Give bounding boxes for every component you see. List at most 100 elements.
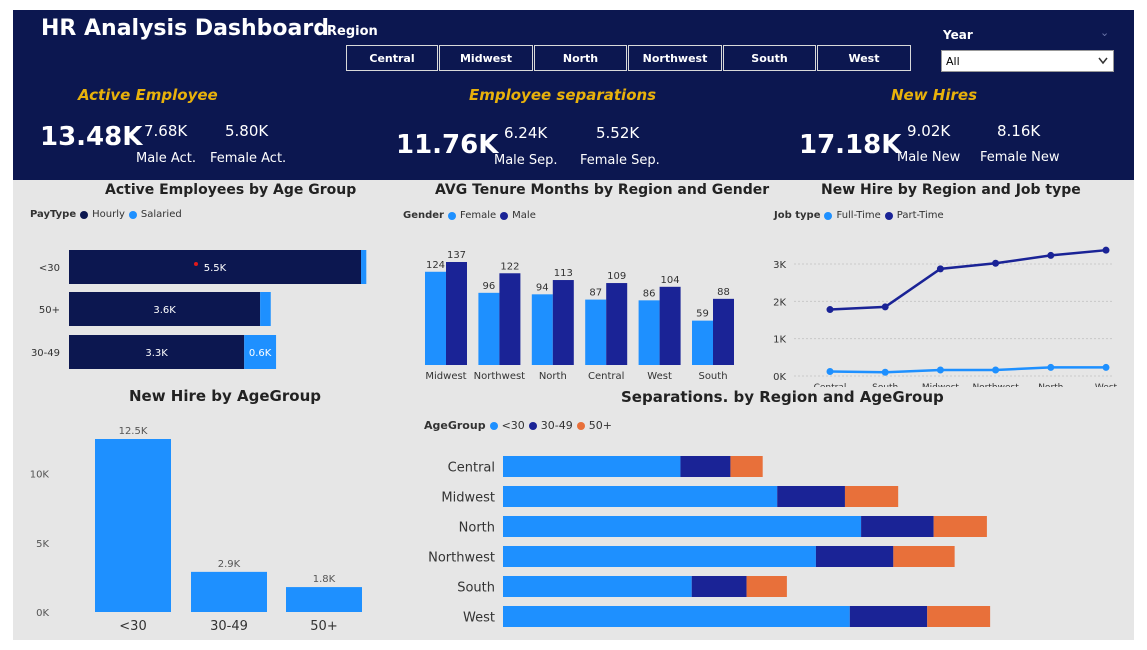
series-line-full-time bbox=[829, 366, 1106, 374]
data-label: 2.9K bbox=[218, 559, 241, 570]
kpi-active-heading: Active Employee bbox=[78, 86, 218, 104]
kpi-hires-female: 8.16K bbox=[997, 122, 1041, 140]
bar bbox=[286, 587, 362, 612]
bar-male bbox=[659, 286, 681, 365]
kpi-sep-heading: Employee separations bbox=[469, 86, 657, 104]
kpi-hires-male: 9.02K bbox=[907, 122, 951, 140]
kpi-hires-female-label: Female New bbox=[980, 150, 1060, 165]
bar-male bbox=[499, 273, 521, 365]
header-banner: HR Analysis Dashboard Region Central Midw… bbox=[13, 10, 1134, 180]
region-button-northwest[interactable]: Northwest bbox=[628, 45, 722, 71]
page-title: HR Analysis Dashboard bbox=[41, 16, 329, 41]
axis-tick-label: 3K bbox=[773, 260, 786, 271]
axis-tick-label: Central bbox=[448, 461, 495, 476]
axis-tick-label: South bbox=[872, 383, 898, 387]
kpi-hires-heading: New Hires bbox=[891, 86, 978, 104]
bar-segment bbox=[927, 606, 991, 627]
data-label: 94 bbox=[536, 282, 549, 293]
bar-segment bbox=[861, 516, 934, 537]
region-button-midwest[interactable]: Midwest bbox=[439, 45, 533, 71]
kpi-sep-female: 5.52K bbox=[596, 124, 640, 142]
chart-separations: Central Midwest North Northwest South West bbox=[428, 456, 991, 627]
axis-tick-label: 10K bbox=[30, 470, 50, 481]
data-label: 87 bbox=[589, 288, 602, 299]
bar-segment bbox=[933, 516, 987, 537]
legend-age-group: PayType Hourly Salaried bbox=[30, 209, 182, 220]
legend-item: 30-49 bbox=[540, 419, 573, 432]
data-label: 88 bbox=[717, 287, 730, 298]
axis-tick-label: 0K bbox=[36, 608, 49, 619]
legend-title: PayType bbox=[30, 209, 77, 220]
bar-segment bbox=[691, 576, 747, 597]
data-point bbox=[1047, 251, 1055, 259]
region-button-north[interactable]: North bbox=[534, 45, 627, 71]
axis-tick-label: South bbox=[698, 371, 727, 382]
legend-separations: AgeGroup <30 30-49 50+ bbox=[424, 419, 612, 432]
data-label: 0.6K bbox=[249, 348, 272, 359]
axis-tick-label: Northwest bbox=[428, 551, 495, 566]
data-label: 86 bbox=[643, 288, 656, 299]
dashboard: HR Analysis Dashboard Region Central Midw… bbox=[13, 10, 1134, 640]
region-button-south[interactable]: South bbox=[723, 45, 816, 71]
axis-tick-label: Northwest bbox=[474, 371, 526, 382]
legend-item: Female bbox=[459, 210, 497, 221]
data-label: 3.3K bbox=[145, 348, 168, 359]
bar-segment bbox=[503, 576, 692, 597]
series-line-part-time bbox=[829, 248, 1107, 311]
bar-segment bbox=[844, 486, 899, 507]
bar-segment bbox=[503, 546, 816, 567]
kpi-sep-female-label: Female Sep. bbox=[580, 153, 660, 168]
region-label: Region bbox=[327, 24, 378, 39]
bar-male bbox=[713, 298, 734, 365]
data-label: 1.8K bbox=[313, 574, 336, 585]
bar-segment bbox=[730, 456, 763, 477]
chevron-down-icon[interactable]: ⌄ bbox=[1100, 26, 1109, 39]
bar bbox=[191, 571, 267, 612]
data-label: 3.6K bbox=[153, 305, 176, 316]
axis-tick-label: 50+ bbox=[310, 619, 337, 634]
legend-item: <30 bbox=[501, 419, 525, 432]
bar-segment bbox=[503, 456, 681, 477]
kpi-sep-male-label: Male Sep. bbox=[494, 153, 558, 168]
bar-female bbox=[638, 300, 660, 365]
legend-newhire-region: Job type Full-Time Part-Time bbox=[774, 210, 944, 221]
data-point bbox=[881, 303, 889, 311]
chart-age-group: <30 5.5K 50+ 3.6K 30-49 3.3K 0.6K bbox=[31, 250, 367, 369]
bar-male bbox=[446, 262, 467, 365]
bar-segment bbox=[815, 546, 894, 567]
chart-title-separations: Separations. by Region and AgeGroup bbox=[621, 388, 944, 406]
data-label: 124 bbox=[426, 260, 445, 271]
data-label: 137 bbox=[447, 250, 466, 261]
data-label: 122 bbox=[500, 261, 519, 272]
legend-item: Male bbox=[512, 210, 536, 221]
year-dropdown[interactable]: All bbox=[941, 50, 1114, 72]
axis-tick-label: <30 bbox=[119, 619, 146, 634]
kpi-sep-total: 11.76K bbox=[396, 130, 499, 160]
region-button-west[interactable]: West bbox=[817, 45, 911, 71]
axis-tick-label: West bbox=[647, 371, 672, 382]
data-label: 113 bbox=[554, 268, 573, 279]
bar-male bbox=[606, 283, 628, 365]
axis-tick-label: Central bbox=[588, 371, 624, 382]
bar-female bbox=[531, 294, 553, 365]
kpi-active-male: 7.68K bbox=[144, 122, 188, 140]
axis-tick-label: 50+ bbox=[39, 305, 60, 316]
bar-female bbox=[425, 271, 446, 365]
legend-item: Full-Time bbox=[836, 210, 881, 221]
axis-tick-label: 1K bbox=[773, 335, 786, 346]
legend-item: Hourly bbox=[92, 209, 125, 220]
axis-tick-label: 0K bbox=[773, 372, 786, 383]
axis-tick-label: West bbox=[463, 611, 495, 626]
bar-segment bbox=[746, 576, 787, 597]
chevron-down-icon bbox=[1098, 57, 1108, 65]
data-point bbox=[881, 368, 889, 376]
region-button-central[interactable]: Central bbox=[346, 45, 438, 71]
bar-segment bbox=[777, 486, 845, 507]
axis-tick-label: <30 bbox=[39, 263, 60, 274]
data-point bbox=[992, 366, 1000, 374]
axis-tick-label: North bbox=[539, 371, 567, 382]
data-point bbox=[1102, 363, 1110, 371]
axis-tick-label: North bbox=[1038, 383, 1063, 387]
bar-female bbox=[692, 320, 713, 365]
chart-title-age-group: Active Employees by Age Group bbox=[105, 182, 357, 198]
